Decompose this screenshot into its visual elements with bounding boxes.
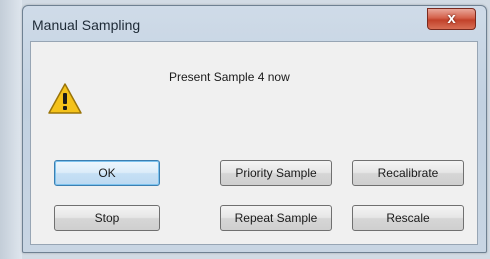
- close-icon: x: [447, 10, 456, 27]
- recalibrate-button[interactable]: Recalibrate: [352, 160, 464, 186]
- stop-button[interactable]: Stop: [54, 205, 160, 231]
- desktop-background: [0, 0, 22, 259]
- repeat-sample-button[interactable]: Repeat Sample: [220, 205, 332, 231]
- dialog-window: Manual Sampling x Present Sample 4 now O…: [22, 5, 487, 253]
- close-button[interactable]: x: [427, 8, 476, 30]
- priority-sample-button[interactable]: Priority Sample: [220, 160, 332, 186]
- dialog-client-area: Present Sample 4 now OK Priority Sample …: [30, 41, 478, 245]
- warning-icon: [48, 83, 82, 114]
- window-title: Manual Sampling: [32, 17, 141, 33]
- dialog-message: Present Sample 4 now: [169, 70, 290, 84]
- ok-button[interactable]: OK: [54, 160, 160, 186]
- rescale-button[interactable]: Rescale: [352, 205, 464, 231]
